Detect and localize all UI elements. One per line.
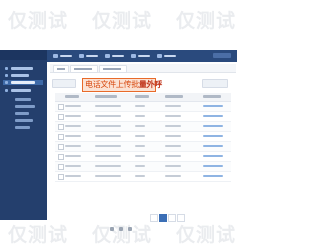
top-navbar (47, 50, 237, 62)
top-nav-tab[interactable] (79, 53, 99, 59)
pagination (150, 214, 232, 222)
sidebar-logo (0, 50, 47, 60)
zoom-controls (110, 226, 140, 233)
screenshot-frame: 仅测试 仅测试 仅测试 仅测试 仅测试 仅测试 电话文件上传批量外呼 (0, 0, 250, 250)
fit-icon[interactable] (119, 227, 123, 231)
menu-icon (5, 67, 8, 70)
viewer-controls (0, 226, 250, 234)
table-row[interactable] (55, 122, 231, 132)
zoom-out-icon[interactable] (110, 227, 114, 231)
user-menu[interactable] (213, 53, 231, 58)
table-row[interactable] (55, 112, 231, 122)
row-checkbox[interactable] (58, 124, 64, 130)
tab-icon (157, 54, 162, 58)
row-checkbox[interactable] (58, 104, 64, 110)
sidebar-item[interactable] (3, 66, 43, 71)
callout-text-emphasis: 量外呼 (138, 80, 163, 89)
sidebar-item[interactable] (3, 73, 43, 78)
tab-icon (131, 54, 136, 58)
callout-label: 电话文件上传批量外呼 (82, 78, 162, 92)
top-nav-tab[interactable] (157, 53, 177, 59)
menu-icon (5, 74, 8, 77)
page-tab[interactable] (99, 65, 127, 73)
tab-icon (79, 54, 84, 58)
toolbar-button[interactable] (52, 79, 76, 88)
table-header (55, 93, 231, 102)
next-page-button[interactable] (177, 214, 185, 222)
row-checkbox[interactable] (58, 154, 64, 160)
table-row[interactable] (55, 162, 231, 172)
tab-icon (53, 54, 58, 58)
sidebar-item[interactable] (3, 88, 43, 93)
watermark: 仅测试 (92, 10, 153, 32)
row-checkbox[interactable] (58, 174, 64, 180)
toolbar-button[interactable] (202, 79, 228, 88)
callout-text: 电话文件上传批 (85, 80, 139, 89)
tab-icon (105, 54, 110, 58)
page-tabs (50, 64, 236, 73)
page-button[interactable] (168, 214, 176, 222)
watermark: 仅测试 (176, 10, 237, 32)
page-tab[interactable] (70, 65, 98, 73)
prev-page-button[interactable] (150, 214, 158, 222)
sidebar-subitem[interactable] (3, 97, 43, 102)
sidebar-subitem[interactable] (3, 118, 43, 123)
row-checkbox[interactable] (58, 114, 64, 120)
top-nav-tab[interactable] (131, 53, 151, 59)
watermark: 仅测试 (8, 10, 69, 32)
zoom-in-icon[interactable] (128, 227, 132, 231)
menu-icon (5, 81, 8, 84)
page-button-current[interactable] (159, 214, 167, 222)
sidebar-item-active[interactable] (3, 80, 43, 85)
table-row[interactable] (55, 142, 231, 152)
sidebar-subitem[interactable] (3, 111, 43, 116)
sidebar-subitem[interactable] (3, 125, 43, 130)
page-tab[interactable] (53, 65, 69, 73)
table-row[interactable] (55, 152, 231, 162)
top-nav-tab[interactable] (105, 53, 125, 59)
table-row[interactable] (55, 102, 231, 112)
row-checkbox[interactable] (58, 164, 64, 170)
top-nav-tab[interactable] (53, 53, 73, 59)
menu-icon (5, 89, 8, 92)
table-row[interactable] (55, 172, 231, 182)
row-checkbox[interactable] (58, 144, 64, 150)
sidebar-subitem[interactable] (3, 104, 43, 109)
table-row[interactable] (55, 132, 231, 142)
row-checkbox[interactable] (58, 134, 64, 140)
